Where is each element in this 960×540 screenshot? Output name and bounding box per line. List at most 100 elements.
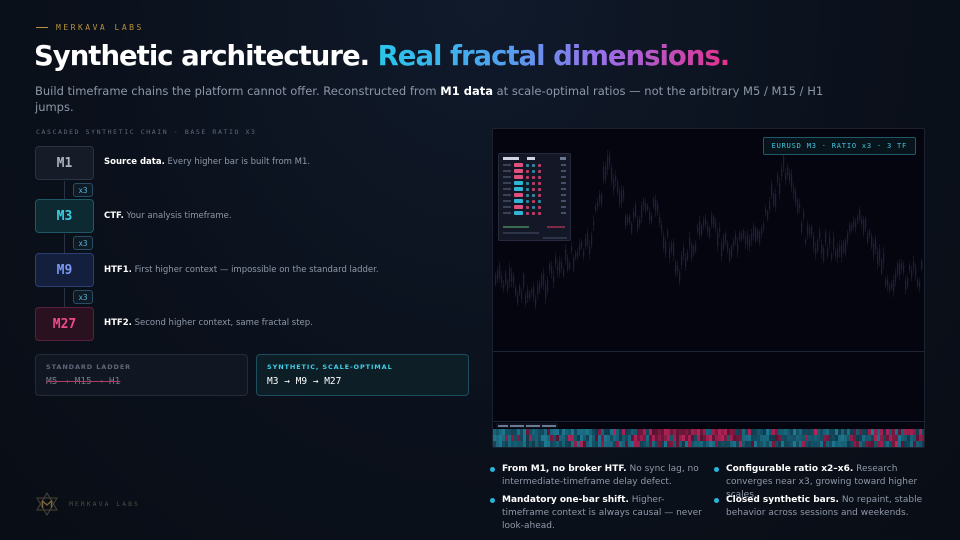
heatmap-cell — [865, 429, 868, 435]
timeframe-box-m3: M3 — [35, 199, 94, 233]
candle-body — [549, 263, 551, 272]
heatmap-cell — [580, 429, 583, 435]
candle-body — [799, 203, 801, 208]
candle-body — [635, 204, 637, 217]
chain-connector — [64, 288, 65, 307]
heatmap-cell — [814, 435, 817, 441]
heatmap-cell — [502, 441, 505, 447]
mini-dot — [532, 187, 535, 191]
heatmap-cell — [853, 429, 856, 435]
candle-body — [651, 216, 653, 222]
candle-body — [627, 217, 629, 223]
heatmap-cell — [556, 429, 559, 435]
synthetic-ladder-value: M3 → M9 → M27 — [267, 376, 342, 387]
mini-label — [503, 164, 511, 166]
headline-white: Synthetic architecture. — [34, 40, 370, 72]
heatmap-cell — [754, 429, 757, 435]
indicator-mini-panel — [498, 153, 571, 241]
heatmap-cell — [511, 435, 514, 441]
candle-body — [695, 243, 697, 251]
heatmap-cell — [709, 429, 712, 435]
candle-body — [587, 232, 589, 245]
pane-separator[interactable] — [493, 351, 924, 352]
candle-body — [557, 266, 559, 272]
heatmap-cell — [538, 441, 541, 447]
heatmap-cell — [532, 429, 535, 435]
heatmap-cell — [763, 429, 766, 435]
candle-body — [663, 234, 665, 249]
heatmap-cell — [727, 429, 730, 435]
heatmap-cell — [784, 435, 787, 441]
candle-body — [819, 230, 821, 239]
candle-body — [897, 263, 899, 275]
candle-body — [827, 248, 829, 256]
heatmap-cell — [889, 441, 892, 447]
heatmap-cell — [667, 429, 670, 435]
heatmap-cell — [604, 429, 607, 435]
heatmap-cell — [553, 441, 556, 447]
heatmap-cell — [766, 429, 769, 435]
candle-body — [907, 278, 909, 286]
candle-body — [875, 239, 877, 250]
heatmap-cell — [625, 435, 628, 441]
desc-bold: Source data. — [104, 157, 165, 167]
timeframe-box-m27: M27 — [35, 307, 94, 341]
heatmap-cell — [760, 429, 763, 435]
heatmap-cell — [916, 441, 919, 447]
heatmap-cell — [817, 435, 820, 441]
heatmap-cell — [703, 441, 706, 447]
heatmap-cell — [868, 435, 871, 441]
heatmap-cell — [628, 441, 631, 447]
heatmap-cell — [823, 435, 826, 441]
heatmap-cell — [817, 429, 820, 435]
mini-panel-header — [499, 154, 570, 162]
candle-body — [853, 220, 855, 228]
candle-body — [555, 257, 557, 265]
heatmap-cell — [622, 429, 625, 435]
candle-body — [605, 165, 607, 180]
candle-body — [633, 211, 635, 218]
candle-body — [719, 227, 721, 233]
candle-body — [873, 243, 875, 255]
heatmap-cell — [787, 435, 790, 441]
heatmap-cell — [844, 441, 847, 447]
heatmap-cell — [799, 429, 802, 435]
strip-label — [496, 423, 558, 428]
heatmap-cell — [763, 441, 766, 447]
heatmap-cell — [757, 435, 760, 441]
heatmap-cell — [655, 441, 658, 447]
mini-label — [503, 182, 511, 184]
candle-body — [531, 289, 533, 295]
mini-dot — [526, 199, 529, 203]
heatmap-cell — [865, 441, 868, 447]
heatmap-cell — [880, 435, 883, 441]
candle-body — [855, 222, 857, 228]
heatmap-cell — [622, 435, 625, 441]
heatmap-cell — [850, 435, 853, 441]
heatmap-cell — [871, 435, 874, 441]
chain-label: CASCADED SYNTHETIC CHAIN · BASE RATIO X3 — [36, 128, 257, 136]
heatmap-cell — [541, 441, 544, 447]
mini-dot — [538, 169, 541, 173]
subtitle-bold: M1 data — [440, 84, 493, 98]
chart-panel[interactable]: EURUSD M3 · RATIO x3 · 3 TF — [492, 128, 925, 448]
pane-separator[interactable] — [493, 421, 924, 422]
heatmap-cell — [922, 435, 924, 441]
heatmap-cell — [838, 435, 841, 441]
candle-body — [847, 233, 849, 242]
candle-body — [501, 276, 503, 284]
heatmap-cell — [850, 429, 853, 435]
heatmap-cell — [712, 441, 715, 447]
candle-body — [917, 280, 919, 287]
candle-body — [563, 269, 565, 277]
heatmap-cell — [859, 441, 862, 447]
candle-body — [657, 203, 659, 213]
heatmap-cell — [661, 429, 664, 435]
candle-body — [723, 235, 725, 249]
candle-body — [903, 265, 905, 273]
heatmap-cell — [514, 441, 517, 447]
heatmap-cell — [556, 435, 559, 441]
heatmap-cell — [523, 435, 526, 441]
heatmap-cell — [718, 441, 721, 447]
candle-body — [667, 230, 669, 237]
